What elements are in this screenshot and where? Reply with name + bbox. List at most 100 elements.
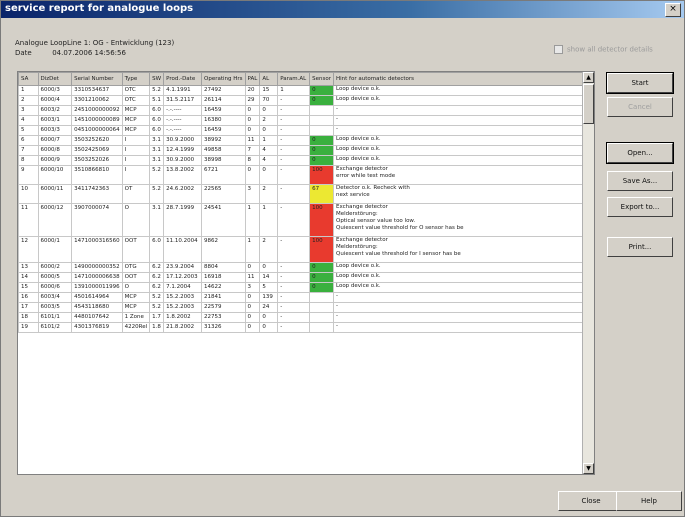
table-row[interactable]: 3 6003/2 2451000000092 MCP 6.0 -.-.---- 16459 0…	[18, 105, 594, 116]
column-header[interactable]: Operating Hrs	[201, 72, 246, 86]
table-row[interactable]: 7 6000/8 3502425069 I 3.1 12.4.1999 49858 7 4-0 L…	[18, 145, 594, 156]
cell-det: 6000/8	[37, 145, 73, 156]
sensor-value	[311, 107, 333, 115]
column-header[interactable]: DizDet	[37, 72, 73, 86]
sensor-cell: 100	[309, 165, 334, 185]
scroll-thumb[interactable]	[583, 84, 594, 124]
open-button[interactable]: Open...	[606, 142, 674, 164]
sensor-value: 0	[310, 136, 333, 145]
table-row[interactable]: 5 6003/3 0451000000064 MCP 6.0 -.-.---- 16459 0…	[18, 125, 594, 136]
detector-table[interactable]: SA DizDet Serial Number Type SW Prod.-Date Ope…	[17, 71, 595, 475]
export-button[interactable]: Export to...	[607, 197, 673, 217]
hint-line: -	[335, 303, 338, 310]
cell-type: OT	[121, 184, 151, 204]
cell-hrs: 6721	[201, 165, 246, 185]
cell-pal: 0	[244, 125, 261, 136]
hint-cell: Exchange detector error while test mode	[332, 165, 594, 185]
cell-pal: 0	[244, 262, 261, 273]
cancel-button[interactable]: Cancel	[607, 97, 673, 117]
sensor-cell: 0	[309, 272, 334, 283]
sensor-cell: 0	[309, 95, 334, 106]
cell-sa: 5	[18, 125, 39, 136]
column-header[interactable]: Type	[121, 72, 151, 86]
cell-hrs: 14622	[201, 282, 246, 293]
table-row[interactable]: 19 6101/2 4301376819 4220Rel 1.8 21.8.2002 313…	[18, 322, 594, 333]
cell-det: 6000/3	[37, 85, 73, 96]
table-row[interactable]: 11 6000/12 3907000074 O 3.1 28.7.1999 24541 1 1-…	[18, 203, 594, 237]
hint-cell: -	[332, 292, 594, 303]
column-header[interactable]: Serial Number	[71, 72, 123, 86]
cell-date: 24.6.2002	[163, 184, 203, 204]
column-header[interactable]: AL	[259, 72, 279, 86]
scroll-down-icon[interactable]: ▼	[583, 463, 594, 474]
table-row[interactable]: 12 6000/1 1471000316560 OOT 6.0 11.10.2004 986…	[18, 236, 594, 263]
show-details-checkbox[interactable]: show all detector details	[554, 45, 653, 54]
table-row[interactable]: 10 6000/11 3411742363 OT 5.2 24.6.2002 22565 3 2…	[18, 184, 594, 204]
cell-sa: 9	[18, 165, 39, 185]
table-row[interactable]: 16 6003/4 4501614964 MCP 5.2 15.2.2003 21841 0 1…	[18, 292, 594, 303]
column-header[interactable]: SW	[149, 72, 165, 86]
checkbox-box[interactable]	[554, 45, 563, 54]
hint-cell: Loop device o.k.	[332, 282, 594, 293]
cell-sw: 6.0	[149, 236, 165, 263]
cell-sa: 7	[18, 145, 39, 156]
sensor-value	[311, 117, 333, 125]
cell-al: 0	[259, 262, 279, 273]
column-header[interactable]: Prod.-Date	[163, 72, 203, 86]
cell-serial: 4543118680	[71, 302, 123, 313]
scroll-up-icon[interactable]: ▲	[583, 72, 594, 83]
hint-cell: -	[332, 322, 594, 333]
cell-date: 28.7.1999	[163, 203, 203, 237]
save-as-button[interactable]: Save As...	[607, 171, 673, 191]
cell-param: -	[277, 272, 311, 283]
cell-date: 21.8.2002	[163, 322, 203, 333]
start-button[interactable]: Start	[606, 72, 674, 94]
cell-sa: 19	[18, 322, 39, 333]
table-row[interactable]: 8 6000/9 3503252026 I 3.1 30.9.2000 38998 8 4-0 L…	[18, 155, 594, 166]
cell-sa: 14	[18, 272, 39, 283]
table-row[interactable]: 6 6000/7 3503252620 I 3.1 30.9.2000 38992 11 1-0…	[18, 135, 594, 146]
cell-det: 6000/9	[37, 155, 73, 166]
column-header[interactable]: Param.AL	[277, 72, 311, 86]
date-line: Date 04.07.2006 14:56:56	[15, 49, 126, 57]
hint-line: -	[335, 323, 338, 330]
table-row[interactable]: 13 6000/2 1490000000352 OTG 6.2 23.9.2004 8804…	[18, 262, 594, 273]
table-row[interactable]: 4 6003/1 1451000000089 MCP 6.0 -.-.---- 16380 0…	[18, 115, 594, 126]
table-row[interactable]: 15 6000/6 1391000011996 O 6.2 7.1.2004 14622 3 5…	[18, 282, 594, 293]
date-label: Date	[15, 49, 32, 57]
cell-det: 6003/1	[37, 115, 73, 126]
title-bar[interactable]: service report for analogue loops ×	[1, 1, 684, 18]
sensor-value: 67	[310, 185, 333, 203]
column-header[interactable]: SA	[18, 72, 39, 86]
help-button[interactable]: Help	[616, 491, 682, 511]
close-icon[interactable]: ×	[665, 3, 681, 17]
sensor-cell	[309, 312, 334, 323]
table-row[interactable]: 17 6003/5 4543118680 MCP 5.2 15.2.2003 22579 0 2…	[18, 302, 594, 313]
sensor-cell: 100	[309, 203, 334, 237]
close-button[interactable]: Close	[558, 491, 624, 511]
print-button[interactable]: Print...	[607, 237, 673, 257]
cell-date: 30.9.2000	[163, 155, 203, 166]
table-row[interactable]: 2 6000/4 3301210062 OTC 5.1 31.5.2117 26114 29 7…	[18, 95, 594, 106]
table-row[interactable]: 9 6000/10 3510866810 I 5.2 13.8.2002 6721 0 0-10…	[18, 165, 594, 185]
cell-sw: 5.1	[149, 95, 165, 106]
hint-line: Melderstörung:	[335, 244, 378, 250]
column-header[interactable]: Sensor	[309, 72, 334, 86]
cell-sw: 6.2	[149, 272, 165, 283]
vertical-scrollbar[interactable]: ▲ ▼	[582, 72, 594, 474]
sensor-value: 0	[310, 263, 333, 272]
cell-param: -	[277, 135, 311, 146]
table-row[interactable]: 18 6101/1 4480107642 1 Zone 1.7 1.8.2002 22753…	[18, 312, 594, 323]
sensor-cell	[309, 125, 334, 136]
cell-type: MCP	[121, 125, 151, 136]
cell-hrs: 9862	[201, 236, 246, 263]
column-header[interactable]: PAL	[244, 72, 261, 86]
cell-al: 4	[259, 155, 279, 166]
cell-sw: 6.2	[149, 282, 165, 293]
cell-pal: 8	[244, 155, 261, 166]
column-header[interactable]: Hint for automatic detectors	[332, 72, 594, 86]
loop-info: Analogue LoopLine 1: OG - Entwicklung (1…	[15, 39, 175, 47]
table-row[interactable]: 14 6000/5 1471000006638 OOT 6.2 17.12.2003 169…	[18, 272, 594, 283]
table-row[interactable]: 1 6000/3 3310534637 OTC 5.2 4.1.1991 27492 20 15…	[18, 85, 594, 96]
cell-sa: 18	[18, 312, 39, 323]
